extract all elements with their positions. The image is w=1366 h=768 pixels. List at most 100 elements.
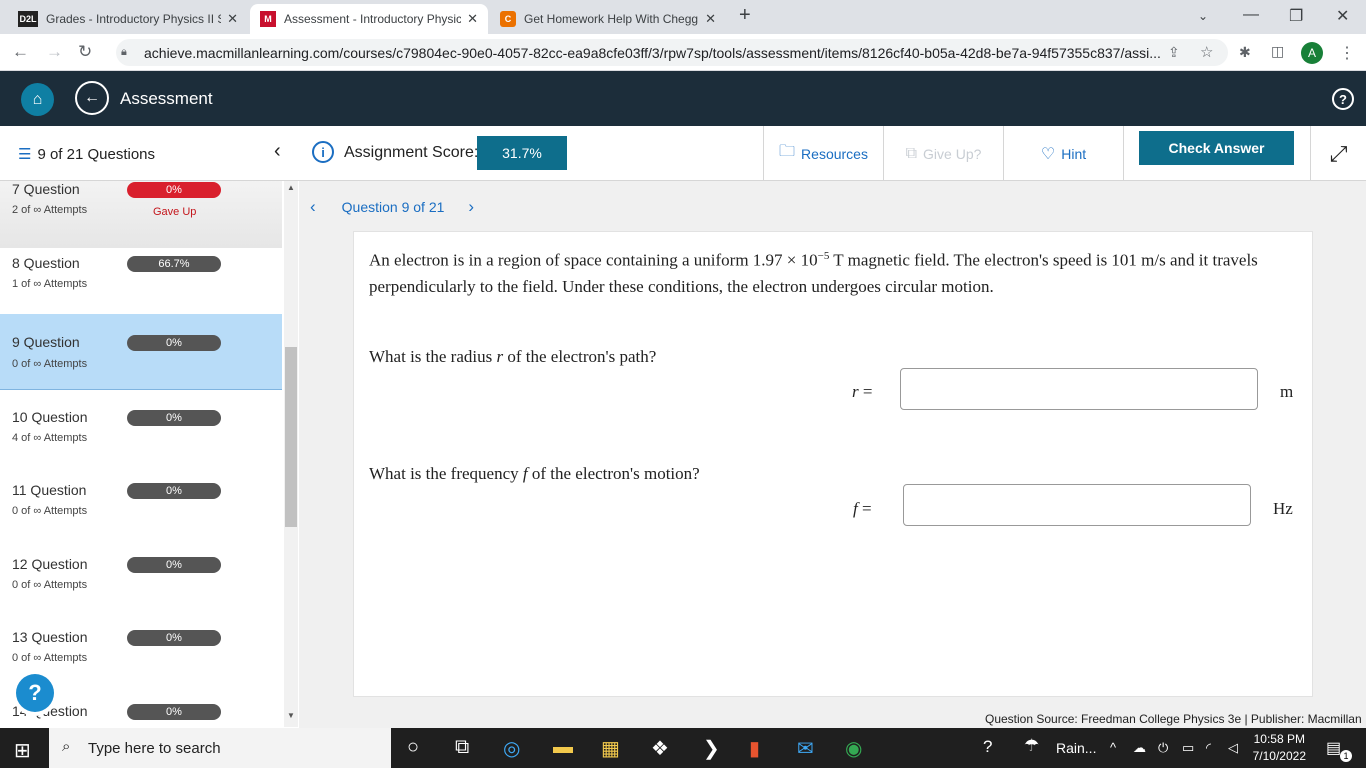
share-icon[interactable]: ⇪ <box>1168 44 1180 61</box>
list-icon: ☰ <box>18 146 32 163</box>
give-up-button[interactable]: ⧉ Give Up? <box>883 126 1003 181</box>
sidepanel-icon[interactable]: ◫ <box>1271 43 1284 60</box>
tab-chegg[interactable]: C Get Homework Help With Chegg ✕ <box>490 4 726 34</box>
score-value: 31.7% <box>477 136 567 170</box>
previous-question-icon[interactable]: ‹ <box>310 197 316 217</box>
task-view-icon[interactable]: ⧉ <box>455 736 469 759</box>
reload-icon[interactable]: ↻ <box>78 42 92 62</box>
extensions-icon[interactable]: ✱ <box>1239 44 1251 61</box>
help-icon[interactable]: ? <box>1332 88 1354 110</box>
chevron-up-icon[interactable]: ^ <box>1110 740 1116 755</box>
radius-label: r = <box>852 382 872 402</box>
frequency-input[interactable] <box>903 484 1251 526</box>
edge-icon[interactable]: ◎ <box>503 736 520 761</box>
question-nav-label: Question 9 of 21 <box>341 199 445 215</box>
sidebar-item-question-7[interactable]: 7 Question 2 of ∞ Attempts 0% Gave Up <box>0 181 282 248</box>
window-close-icon[interactable]: ✕ <box>1336 6 1349 26</box>
help-tray-icon[interactable]: ? <box>983 737 992 757</box>
sidebar-item-question-8[interactable]: 8 Question 1 of ∞ Attempts 66.7% <box>0 248 282 322</box>
scroll-up-icon[interactable]: ▲ <box>287 183 295 192</box>
question-name: 11 Question <box>12 482 87 498</box>
equals: = <box>862 382 873 401</box>
notification-icon[interactable]: ▤ <box>1326 738 1341 758</box>
sidebar-item-question-9[interactable]: 9 Question 0 of ∞ Attempts 0% <box>0 314 282 390</box>
check-answer-button[interactable]: Check Answer <box>1139 131 1294 165</box>
wifi-icon[interactable]: ◜ <box>1206 740 1211 756</box>
score-badge: 0% <box>127 483 221 499</box>
question-count: 9 of 21 Questions <box>37 145 156 163</box>
question-name: 12 Question <box>12 556 88 572</box>
chrome-icon[interactable]: ◉ <box>845 736 862 761</box>
mail-icon[interactable]: ✉ <box>797 736 814 761</box>
question-sidebar: 7 Question 2 of ∞ Attempts 0% Gave Up 8 … <box>0 181 298 727</box>
cortana-icon[interactable]: ○ <box>407 736 419 759</box>
file-explorer-icon[interactable]: ▬ <box>553 736 573 759</box>
notification-count: 1 <box>1340 750 1352 762</box>
url-field[interactable]: achieve.macmillanlearning.com/courses/c7… <box>116 39 1228 66</box>
tab-title: Get Homework Help With Chegg <box>524 12 699 26</box>
dropbox-icon[interactable]: ❖ <box>651 736 669 761</box>
forward-arrow-icon[interactable]: → <box>46 42 63 62</box>
restore-icon[interactable]: ❐ <box>1289 6 1303 26</box>
date: 7/10/2022 <box>1252 749 1306 763</box>
battery-icon[interactable]: ▭ <box>1182 740 1194 756</box>
profile-avatar[interactable]: A <box>1301 42 1323 64</box>
collapse-sidebar-icon[interactable]: ‹ <box>274 140 281 163</box>
question-name: 7 Question <box>12 181 80 197</box>
equals: = <box>861 499 872 518</box>
office-icon[interactable]: ▮ <box>749 736 760 761</box>
question-name: 9 Question <box>12 334 80 350</box>
scroll-down-icon[interactable]: ▼ <box>287 711 295 720</box>
prompt-text: What is the frequency <box>369 464 523 483</box>
prompt-text: of the electron's path? <box>503 347 657 366</box>
taskbar-search-box[interactable]: Type here to search <box>49 728 391 768</box>
minimize-icon[interactable]: — <box>1243 6 1259 24</box>
close-icon[interactable]: ✕ <box>227 11 238 27</box>
hint-button[interactable]: ♡ Hint <box>1003 126 1123 181</box>
vscode-icon[interactable]: ❯ <box>703 736 720 761</box>
question-text: An electron is in a region of space cont… <box>369 243 1289 300</box>
prompt-text: What is the radius <box>369 347 497 366</box>
fullscreen-icon[interactable]: ⤢ <box>1310 126 1366 181</box>
hint-label: Hint <box>1061 145 1087 162</box>
close-icon[interactable]: ✕ <box>705 11 716 27</box>
score-badge: 0% <box>127 704 221 720</box>
question-attempts: 0 of ∞ Attempts <box>12 579 88 591</box>
give-up-label: Give Up? <box>923 145 982 162</box>
windows-start-icon[interactable]: ⊞ <box>14 738 31 763</box>
weather-icon: ☂ <box>1024 736 1040 755</box>
sidebar-item-question-12[interactable]: 12 Question 0 of ∞ Attempts 0% <box>0 549 282 623</box>
time: 10:58 PM <box>1253 732 1305 746</box>
resources-button[interactable]: 🗀︎ Resources <box>763 126 883 181</box>
radius-input[interactable] <box>900 368 1258 410</box>
question-attempts: 4 of ∞ Attempts <box>12 432 88 444</box>
next-question-icon[interactable]: › <box>468 197 474 217</box>
new-tab-button[interactable]: + <box>739 4 751 27</box>
subquestion-2-prompt: What is the frequency f of the electron'… <box>369 464 700 484</box>
menu-dots-icon[interactable]: ⋮ <box>1339 43 1355 63</box>
home-icon[interactable]: ⌂ <box>21 83 54 116</box>
taskbar-clock[interactable]: 10:58 PM 7/10/2022 <box>1253 731 1306 765</box>
question-list-toggle[interactable]: ☰ 9 of 21 Questions <box>18 145 156 164</box>
close-icon[interactable]: ✕ <box>467 11 478 27</box>
tab-grades[interactable]: D2L Grades - Introductory Physics II S ✕ <box>8 4 248 34</box>
back-arrow-icon[interactable]: ← <box>12 42 29 62</box>
back-circle-icon[interactable]: ← <box>75 81 109 115</box>
store-icon[interactable]: ▦ <box>601 736 620 761</box>
question-attempts: 1 of ∞ Attempts <box>12 278 88 290</box>
sidebar-item-question-11[interactable]: 11 Question 0 of ∞ Attempts 0% <box>0 475 282 549</box>
tab-search-icon[interactable]: ⌄ <box>1198 9 1208 23</box>
tab-assessment[interactable]: M Assessment - Introductory Physic ✕ <box>250 4 488 34</box>
star-icon[interactable]: ☆ <box>1200 43 1213 61</box>
frequency-label: f = <box>853 499 872 519</box>
info-icon[interactable]: i <box>312 141 334 163</box>
weather-text[interactable]: Rain... <box>1056 740 1096 756</box>
usb-icon[interactable]: ⏻ <box>1158 740 1168 756</box>
help-chat-button[interactable]: ? <box>16 674 54 712</box>
question-text-part: An electron is in a region of space cont… <box>369 250 818 270</box>
volume-icon[interactable]: ◁ <box>1228 740 1238 756</box>
sidebar-scroll-thumb[interactable] <box>285 347 297 527</box>
sidebar-item-question-10[interactable]: 10 Question 4 of ∞ Attempts 0% <box>0 402 282 476</box>
cloud-icon[interactable]: ☁ <box>1133 740 1146 756</box>
lock-icon: 🔒︎ <box>121 46 127 58</box>
